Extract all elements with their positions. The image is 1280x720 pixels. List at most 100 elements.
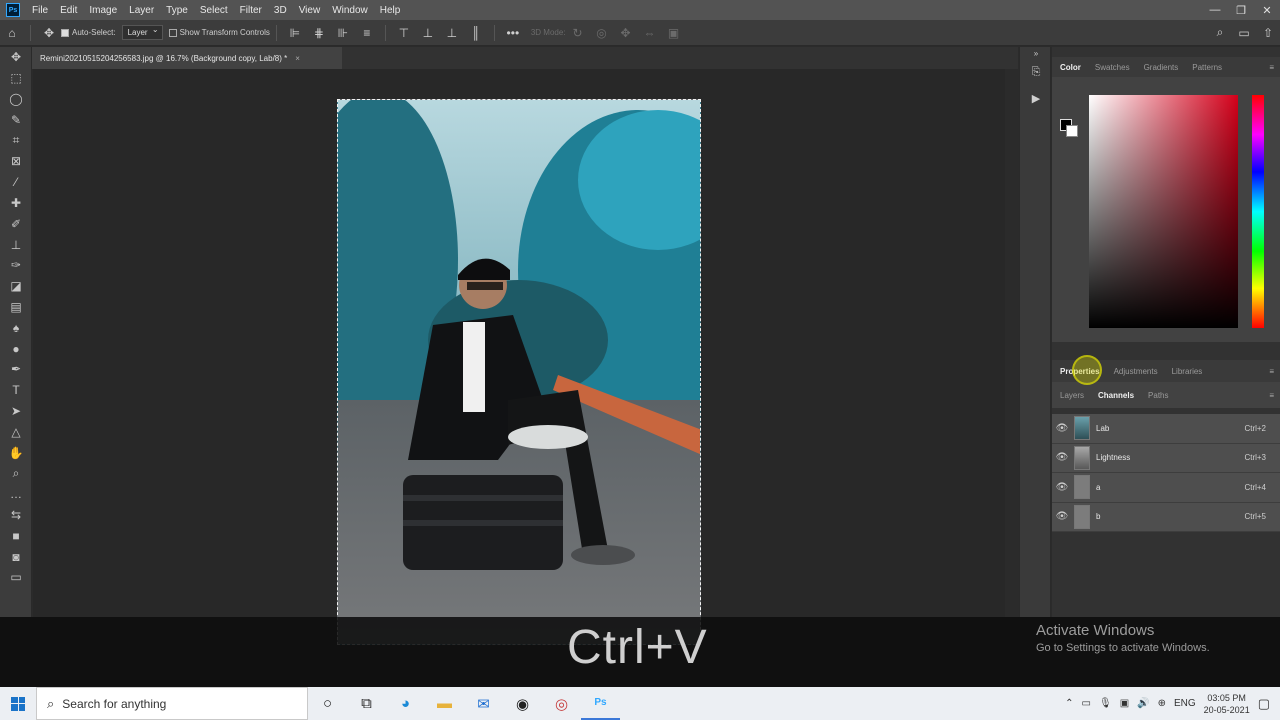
channel-row-lightness[interactable]: 👁 Lightness Ctrl+3 (1052, 443, 1280, 473)
channel-row-a[interactable]: 👁 a Ctrl+4 (1052, 473, 1280, 503)
language-indicator[interactable]: ENG (1174, 698, 1196, 709)
menu-edit[interactable]: Edit (54, 5, 83, 16)
align-bottom-icon[interactable]: ⊥ (443, 24, 461, 42)
tab-channels[interactable]: Channels (1098, 391, 1134, 400)
globe-icon[interactable]: ⊕ (1158, 698, 1166, 709)
frame-tool-icon[interactable]: ⊠ (0, 151, 32, 172)
menu-file[interactable]: File (26, 5, 54, 16)
tab-libraries[interactable]: Libraries (1172, 367, 1203, 376)
foreground-background-swatch[interactable]: ■ (0, 525, 32, 546)
gradient-tool-icon[interactable]: ▤ (0, 297, 32, 318)
more-options-icon[interactable]: ••• (504, 24, 522, 42)
battery-icon[interactable]: ▭ (1082, 698, 1091, 709)
tab-patterns[interactable]: Patterns (1192, 63, 1222, 72)
chevron-up-icon[interactable]: ⌃ (1065, 698, 1073, 709)
background-color-swatch[interactable] (1066, 125, 1078, 137)
photoshop-taskbar-icon[interactable]: Ps (581, 687, 620, 720)
align-top-icon[interactable]: ⊤ (395, 24, 413, 42)
eyedropper-tool-icon[interactable]: ⁄ (0, 172, 32, 193)
menu-image[interactable]: Image (83, 5, 123, 16)
workspace-icon[interactable]: ▭ (1235, 24, 1253, 42)
panel-menu-icon[interactable]: ≡ (1269, 367, 1274, 376)
history-brush-tool-icon[interactable]: ✑ (0, 255, 32, 276)
menu-window[interactable]: Window (326, 5, 374, 16)
align-right-icon[interactable]: ⊪ (334, 24, 352, 42)
auto-select-dropdown[interactable]: Layer (121, 25, 163, 40)
distribute-icon[interactable]: ≡ (358, 24, 376, 42)
clone-stamp-tool-icon[interactable]: ⊥ (0, 234, 32, 255)
eye-icon[interactable]: 👁 (1052, 423, 1072, 434)
network-icon[interactable]: ▣ (1120, 698, 1129, 709)
restore-button[interactable]: ❐ (1228, 4, 1254, 17)
panel-menu-icon[interactable]: ≡ (1269, 391, 1274, 400)
microphone-icon[interactable]: 🎙 (1099, 698, 1112, 709)
document-tab[interactable]: Remini20210515204256583.jpg @ 16.7% (Bac… (32, 47, 342, 69)
cortana-icon[interactable]: ○ (308, 687, 347, 720)
close-button[interactable]: ✕ (1254, 4, 1280, 17)
volume-icon[interactable]: 🔊 (1137, 698, 1149, 709)
quick-mask-icon[interactable]: ◙ (0, 546, 32, 567)
mail-icon[interactable]: ✉ (464, 687, 503, 720)
distribute-vertical-icon[interactable]: ║ (467, 24, 485, 42)
task-view-icon[interactable]: ⧉ (347, 687, 386, 720)
panel-menu-icon[interactable]: ≡ (1269, 63, 1274, 72)
document-image[interactable] (337, 99, 701, 645)
menu-3d[interactable]: 3D (268, 5, 293, 16)
search-icon[interactable]: ⌕ (1211, 24, 1229, 42)
edit-toolbar-icon[interactable]: … (0, 484, 32, 505)
tab-paths[interactable]: Paths (1148, 391, 1168, 400)
collapse-icon[interactable]: » (1020, 47, 1052, 59)
home-icon[interactable]: ⌂ (3, 24, 21, 42)
dodge-tool-icon[interactable]: ● (0, 338, 32, 359)
eye-icon[interactable]: 👁 (1052, 452, 1072, 463)
tab-swatches[interactable]: Swatches (1095, 63, 1130, 72)
move-tool-icon[interactable]: ✥ (40, 24, 58, 42)
clock[interactable]: 03:05 PM 20-05-2021 (1204, 692, 1250, 716)
close-icon[interactable]: × (295, 54, 300, 63)
file-explorer-icon[interactable]: ▬ (425, 687, 464, 720)
actions-play-icon[interactable]: ▶ (1020, 85, 1052, 111)
menu-layer[interactable]: Layer (123, 5, 160, 16)
eye-icon[interactable]: 👁 (1052, 482, 1072, 493)
shape-tool-icon[interactable]: △ (0, 421, 32, 442)
crop-tool-icon[interactable]: ⌗ (0, 130, 32, 151)
hue-slider[interactable] (1252, 95, 1264, 328)
menu-filter[interactable]: Filter (234, 5, 268, 16)
quick-select-tool-icon[interactable]: ✎ (0, 109, 32, 130)
screen-mode-icon[interactable]: ▭ (0, 567, 32, 588)
blur-tool-icon[interactable]: ♠ (0, 317, 32, 338)
menu-type[interactable]: Type (160, 5, 194, 16)
tab-adjustments[interactable]: Adjustments (1114, 367, 1158, 376)
align-center-icon[interactable]: ⋕ (310, 24, 328, 42)
lasso-tool-icon[interactable]: ◯ (0, 89, 32, 110)
align-middle-icon[interactable]: ⊥ (419, 24, 437, 42)
type-tool-icon[interactable]: T (0, 380, 32, 401)
app-icon[interactable]: ◉ (503, 687, 542, 720)
brush-tool-icon[interactable]: ✐ (0, 213, 32, 234)
minimize-button[interactable]: — (1202, 4, 1228, 17)
menu-select[interactable]: Select (194, 5, 234, 16)
tab-color[interactable]: Color (1060, 63, 1081, 72)
taskbar-search[interactable]: ⌕ Search for anything (36, 687, 308, 720)
color-picker-field[interactable] (1089, 95, 1238, 328)
auto-select-checkbox[interactable] (61, 28, 69, 37)
eye-icon[interactable]: 👁 (1052, 511, 1072, 522)
share-icon[interactable]: ⇧ (1259, 24, 1277, 42)
history-icon[interactable]: ⎘ (1020, 59, 1052, 85)
tab-gradients[interactable]: Gradients (1144, 63, 1179, 72)
healing-brush-tool-icon[interactable]: ✚ (0, 193, 32, 214)
channel-row-lab[interactable]: 👁 Lab Ctrl+2 (1052, 414, 1280, 444)
hand-tool-icon[interactable]: ✋ (0, 442, 32, 463)
eraser-tool-icon[interactable]: ◪ (0, 276, 32, 297)
start-button[interactable] (0, 687, 36, 720)
menu-help[interactable]: Help (374, 5, 407, 16)
marquee-tool-icon[interactable]: ⬚ (0, 68, 32, 89)
menu-view[interactable]: View (293, 5, 327, 16)
align-left-icon[interactable]: ⊫ (286, 24, 304, 42)
notification-icon[interactable]: ▢ (1258, 696, 1270, 712)
move-tool-icon[interactable]: ✥ (0, 47, 32, 68)
edge-browser-icon[interactable]: ◕ (386, 687, 425, 720)
zoom-tool-icon[interactable]: ⌕ (0, 463, 32, 484)
tab-layers[interactable]: Layers (1060, 391, 1084, 400)
path-selection-tool-icon[interactable]: ➤ (0, 401, 32, 422)
